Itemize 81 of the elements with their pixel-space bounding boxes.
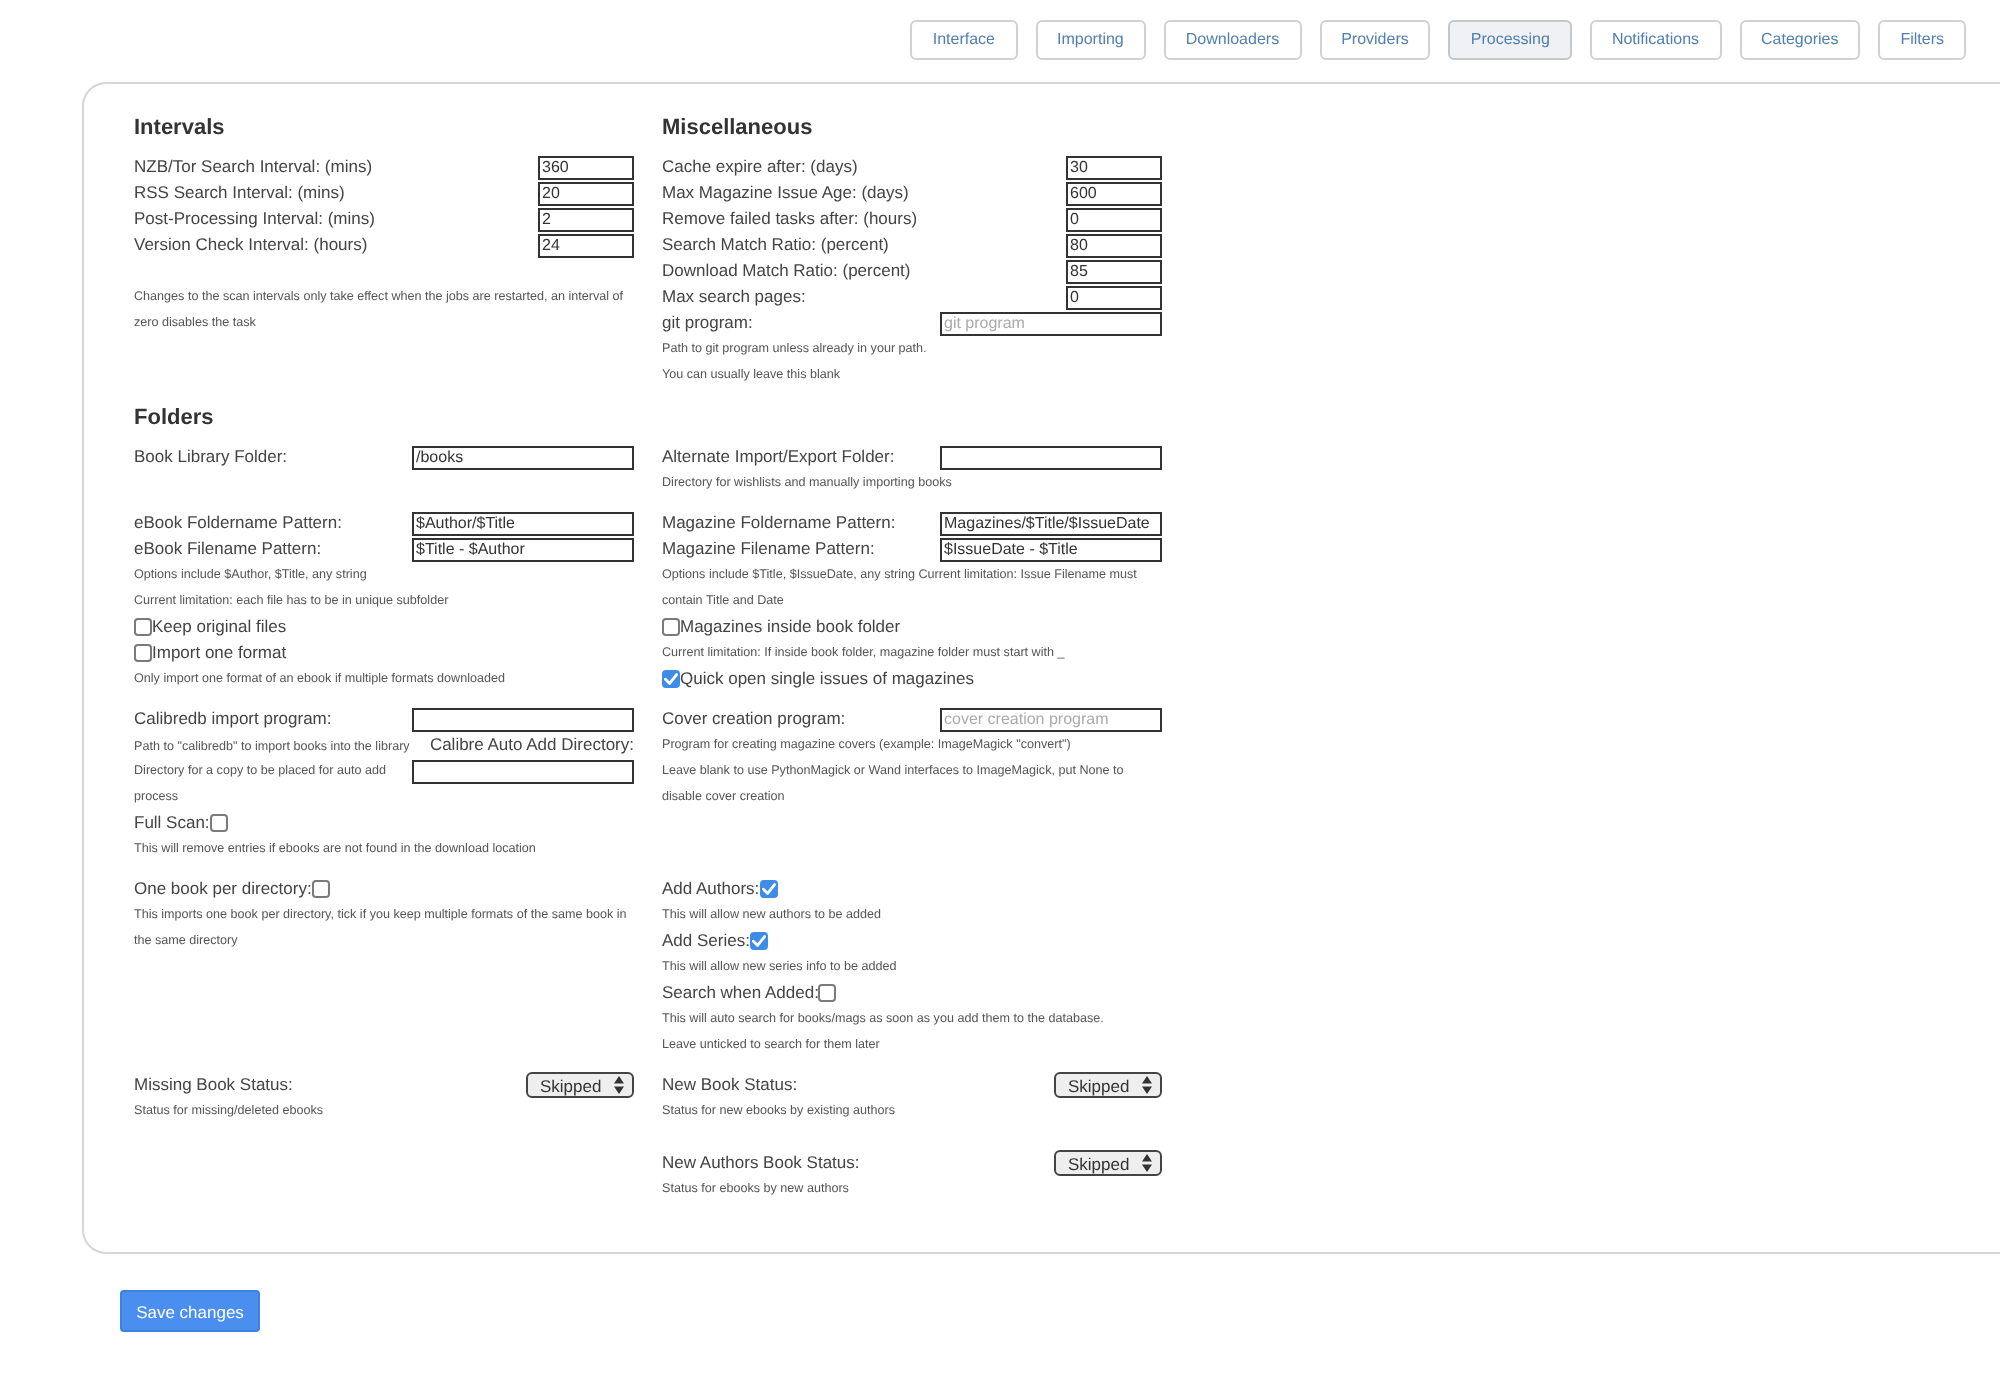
checkbox[interactable] bbox=[134, 618, 152, 636]
status-select[interactable]: Skipped bbox=[1054, 1072, 1162, 1098]
input-field[interactable]: 20 bbox=[538, 181, 634, 205]
tab[interactable]: Importing bbox=[1035, 20, 1146, 60]
field-label: New Book Status: bbox=[662, 1072, 798, 1098]
input-field[interactable]: 0 bbox=[1066, 207, 1162, 231]
checkbox[interactable] bbox=[209, 814, 228, 832]
field-label: Alternate Import/Export Folder: bbox=[662, 444, 895, 470]
input-field[interactable]: 24 bbox=[538, 233, 634, 257]
input-field[interactable] bbox=[412, 759, 634, 783]
checkbox-label: Add Series: bbox=[662, 928, 750, 954]
field-label: Magazine Foldername Pattern: bbox=[662, 510, 896, 536]
input-field[interactable]: $Title - $Author bbox=[412, 537, 634, 561]
input-field[interactable]: Magazines/$Title/$IssueDate bbox=[940, 511, 1162, 535]
checkmark-icon bbox=[751, 934, 766, 948]
field-label: Max Magazine Issue Age: (days) bbox=[662, 180, 909, 206]
input-field[interactable]: 80 bbox=[1066, 233, 1162, 257]
input-field[interactable]: 0 bbox=[1066, 285, 1162, 309]
tab[interactable]: Processing bbox=[1448, 20, 1572, 60]
section-heading: Miscellaneous bbox=[662, 114, 815, 144]
input-field[interactable]: $Author/$Title bbox=[412, 511, 634, 535]
field-label: RSS Search Interval: (mins) bbox=[134, 180, 345, 206]
field-label: Post-Processing Interval: (mins) bbox=[134, 206, 375, 232]
checkbox-label: Magazines inside book folder bbox=[680, 614, 901, 640]
input-field[interactable]: $IssueDate - $Title bbox=[940, 537, 1162, 561]
checkbox[interactable] bbox=[662, 618, 680, 636]
input-field[interactable]: 85 bbox=[1066, 259, 1162, 283]
field-label: eBook Filename Pattern: bbox=[134, 536, 322, 562]
field-label: Version Check Interval: (hours) bbox=[134, 232, 368, 258]
checkbox[interactable] bbox=[749, 932, 768, 950]
tab[interactable]: Filters bbox=[1878, 20, 1966, 60]
field-label: Remove failed tasks after: (hours) bbox=[662, 206, 918, 232]
field-label: Calibre Auto Add Directory: bbox=[429, 732, 634, 758]
field-label: Calibredb import program: bbox=[134, 706, 332, 732]
status-select[interactable]: Skipped bbox=[526, 1072, 634, 1098]
field-label: Download Match Ratio: (percent) bbox=[662, 258, 911, 284]
input-field[interactable]: git program bbox=[940, 311, 1162, 335]
up-down-arrows-icon bbox=[614, 1076, 624, 1094]
checkbox[interactable] bbox=[818, 984, 837, 1002]
input-field[interactable] bbox=[940, 445, 1162, 469]
input-field[interactable]: /books bbox=[412, 445, 634, 469]
field-label: Cover creation program: bbox=[662, 706, 846, 732]
checkbox-label: One book per directory: bbox=[134, 876, 312, 902]
status-select[interactable]: Skipped bbox=[1054, 1150, 1162, 1176]
checkbox-label: Add Authors: bbox=[662, 876, 760, 902]
input-field[interactable]: 600 bbox=[1066, 181, 1162, 205]
checkbox[interactable] bbox=[662, 670, 680, 688]
field-label: Book Library Folder: bbox=[134, 444, 288, 470]
input-field[interactable]: 30 bbox=[1066, 155, 1162, 179]
field-label: git program: bbox=[662, 310, 753, 336]
checkbox-label: Import one format bbox=[152, 640, 287, 666]
field-label: eBook Foldername Pattern: bbox=[134, 510, 342, 536]
tab[interactable]: Downloaders bbox=[1163, 20, 1302, 60]
input-field[interactable] bbox=[412, 707, 634, 731]
input-field[interactable]: 2 bbox=[538, 207, 634, 231]
tab[interactable]: Providers bbox=[1319, 20, 1431, 60]
field-label: Cache expire after: (days) bbox=[662, 154, 858, 180]
input-field[interactable]: cover creation program bbox=[940, 707, 1162, 731]
section-heading: Intervals bbox=[134, 114, 227, 144]
checkbox-label: Keep original files bbox=[152, 614, 287, 640]
checkbox-label: Search when Added: bbox=[662, 980, 819, 1006]
up-down-arrows-icon bbox=[1142, 1076, 1152, 1094]
checkmark-icon bbox=[664, 672, 678, 686]
field-label: Missing Book Status: bbox=[134, 1072, 293, 1098]
checkmark-icon bbox=[761, 882, 776, 896]
tab[interactable]: Interface bbox=[910, 20, 1018, 60]
input-field[interactable]: 360 bbox=[538, 155, 634, 179]
field-label: Max search pages: bbox=[662, 284, 806, 310]
checkbox-label: Full Scan: bbox=[134, 810, 210, 836]
up-down-arrows-icon bbox=[1142, 1154, 1152, 1172]
tab[interactable]: Notifications bbox=[1589, 20, 1722, 60]
field-label: Magazine Filename Pattern: bbox=[662, 536, 875, 562]
field-label: Search Match Ratio: (percent) bbox=[662, 232, 889, 258]
checkbox[interactable] bbox=[134, 644, 152, 662]
section-heading: Folders bbox=[134, 404, 216, 434]
field-label: New Authors Book Status: bbox=[662, 1150, 860, 1176]
checkbox[interactable] bbox=[311, 880, 330, 898]
checkbox-label: Quick open single issues of magazines bbox=[680, 666, 974, 692]
tab[interactable]: Categories bbox=[1739, 20, 1861, 60]
field-label: NZB/Tor Search Interval: (mins) bbox=[134, 154, 373, 180]
checkbox[interactable] bbox=[759, 880, 778, 898]
